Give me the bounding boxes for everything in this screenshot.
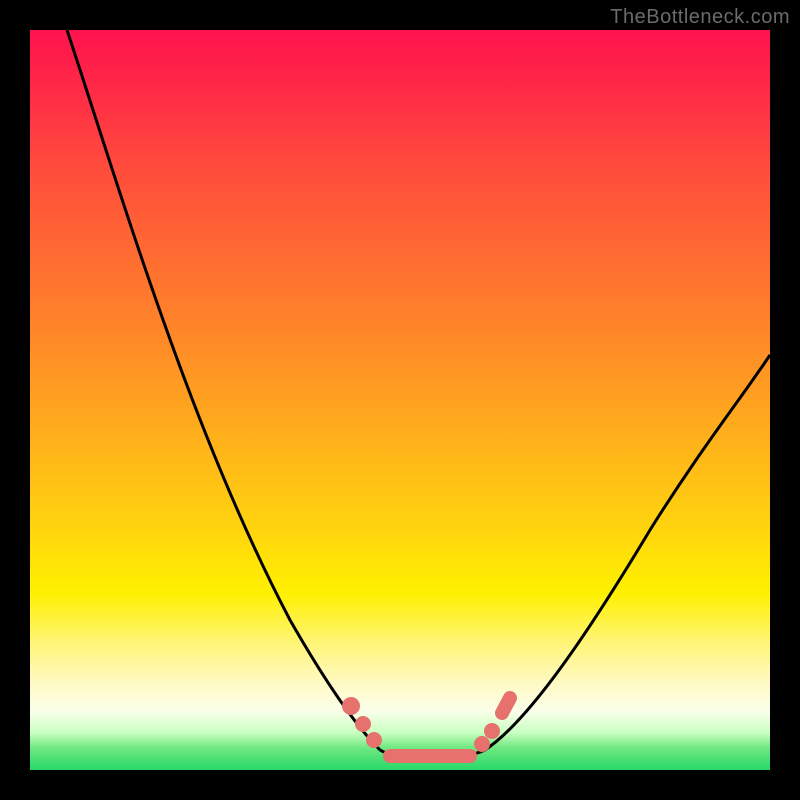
plot-area: [30, 30, 770, 770]
left-branch-region: [30, 30, 400, 770]
right-branch-region: [474, 30, 770, 770]
chart-frame: TheBottleneck.com: [0, 0, 800, 800]
watermark-text: TheBottleneck.com: [610, 6, 790, 29]
